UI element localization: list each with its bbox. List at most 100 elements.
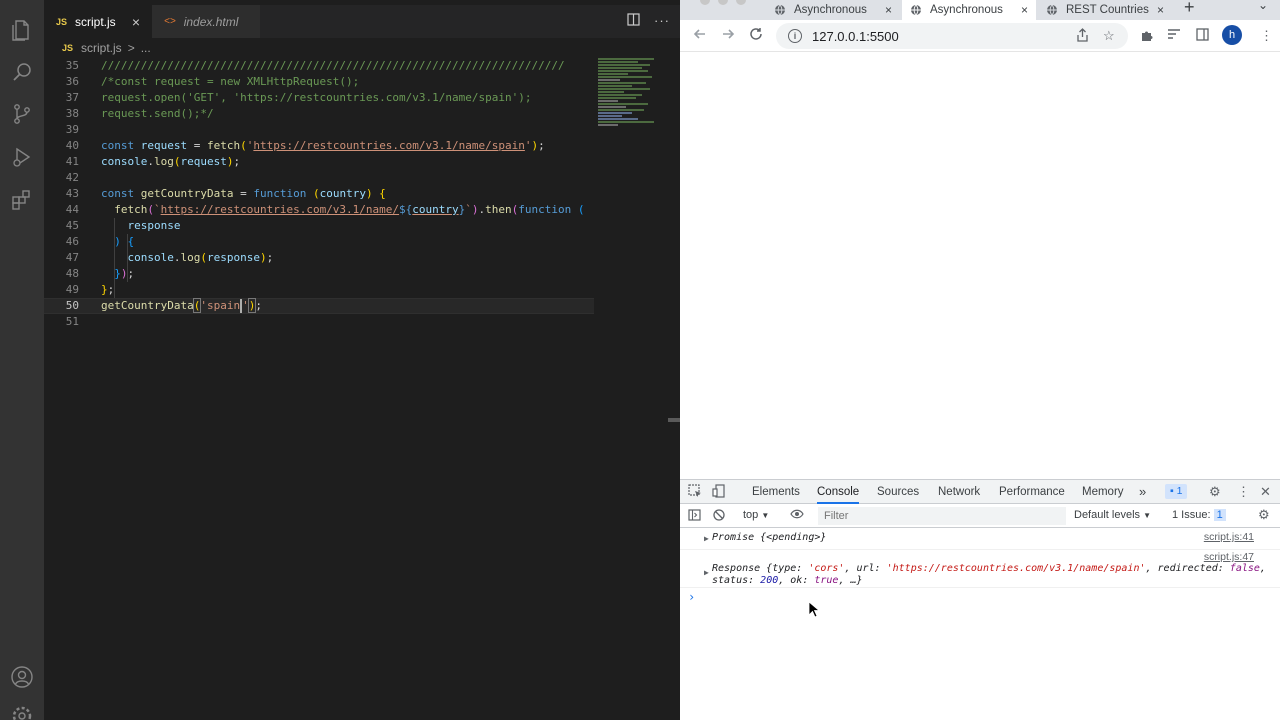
code-line: 44 fetch(`https://restcountries.com/v3.1… <box>65 203 585 216</box>
extensions-puzzle-icon[interactable] <box>1140 28 1154 45</box>
browser-tab-active[interactable]: Asynchronous × <box>902 0 1036 20</box>
context-selector[interactable]: top ▼ <box>743 509 769 521</box>
code-line: 40 const request = fetch('https://restcou… <box>65 139 545 152</box>
extensions-icon[interactable] <box>10 188 34 212</box>
device-toolbar-icon[interactable] <box>712 484 726 501</box>
breadcrumb-rest[interactable]: ... <box>141 41 151 55</box>
code-line-active: 50 getCountryData('spain '); <box>44 298 594 314</box>
breadcrumb: JS script.js > ... <box>44 38 680 58</box>
editor-tab-bar: JS script.js × <> index.html ··· <box>44 5 680 38</box>
url-text: 127.0.0.1:5500 <box>812 28 899 44</box>
browser-toolbar: i 127.0.0.1:5500 ☆ h ⋮ <box>680 20 1280 52</box>
console-filter-input[interactable] <box>818 507 1066 525</box>
side-panel-icon[interactable] <box>1196 28 1209 44</box>
globe-icon <box>911 4 921 16</box>
devtools-menu-icon[interactable]: ⋮ <box>1237 484 1250 500</box>
browser-tab[interactable]: REST Countries × <box>1038 0 1172 20</box>
expand-arrow-icon[interactable]: ▶ <box>704 567 709 579</box>
window-zoom-button[interactable] <box>736 0 746 5</box>
devtools-tab-network[interactable]: Network <box>938 480 980 504</box>
js-file-icon: JS <box>56 16 68 27</box>
back-icon[interactable] <box>692 26 708 47</box>
source-control-icon[interactable] <box>10 102 34 126</box>
window-minimize-button[interactable] <box>718 0 728 5</box>
console-prompt-row[interactable]: › <box>680 588 1280 608</box>
close-icon[interactable]: × <box>1021 3 1028 17</box>
tab-label: index.html <box>183 14 239 29</box>
message-icon: ▪ <box>1170 485 1177 497</box>
dropdown-arrow-icon: ▼ <box>761 511 770 520</box>
console-message[interactable]: script.js:47 ▶ Response {type: 'cors', u… <box>680 550 1280 588</box>
issues-badge[interactable]: ▪ 1 <box>1165 484 1188 499</box>
tab-index-html[interactable]: <> index.html <box>152 5 260 38</box>
code-line: 39 <box>65 123 79 136</box>
breadcrumb-file[interactable]: script.js <box>81 41 122 55</box>
source-link[interactable]: script.js:47 <box>1204 551 1254 563</box>
devtools-settings-icon[interactable]: ⚙ <box>1209 484 1221 500</box>
tab-title: Asynchronous <box>930 4 1003 16</box>
console-toolbar: top ▼ Default levels ▼ 1 Issue: 1 ⚙ <box>680 504 1280 528</box>
scrollbar-thumb[interactable] <box>668 418 680 422</box>
chrome-menu-icon[interactable]: ⋮ <box>1260 28 1273 44</box>
minimap[interactable] <box>598 58 658 148</box>
tab-script-js[interactable]: JS script.js × <box>44 5 152 38</box>
settings-icon[interactable] <box>10 704 34 720</box>
code-line: 46 ) { <box>65 235 135 248</box>
inspect-element-icon[interactable] <box>688 484 702 501</box>
browser-window: Asynchronous × Asynchronous × REST Count… <box>680 0 1280 720</box>
console-message[interactable]: script.js:41 ▶ Promise {<pending>} <box>680 528 1280 550</box>
forward-icon[interactable] <box>720 26 736 47</box>
tab-label: script.js <box>75 14 116 29</box>
code-line: 41 console.log(request); <box>65 155 241 168</box>
sidebar-toggle-icon[interactable] <box>688 509 701 524</box>
globe-icon <box>1047 4 1057 16</box>
window-close-button[interactable] <box>700 0 710 5</box>
close-icon[interactable]: × <box>885 3 892 17</box>
profile-avatar[interactable]: h <box>1222 25 1242 45</box>
site-info-icon[interactable]: i <box>788 29 802 43</box>
console-output: script.js:41 ▶ Promise {<pending>} scrip… <box>680 528 1280 608</box>
bookmark-star-icon[interactable]: ☆ <box>1103 28 1115 44</box>
split-editor-icon[interactable] <box>627 13 640 29</box>
clear-console-icon[interactable] <box>713 509 725 524</box>
live-expression-eye-icon[interactable] <box>790 509 804 522</box>
files-icon[interactable] <box>10 18 34 42</box>
expand-arrow-icon[interactable]: ▶ <box>704 534 709 543</box>
mouse-cursor-icon <box>808 601 820 618</box>
source-link[interactable]: script.js:41 <box>1204 531 1254 543</box>
tab-title: REST Countries <box>1066 4 1149 16</box>
globe-icon <box>775 4 785 16</box>
console-prompt: › <box>688 590 696 604</box>
close-icon[interactable]: × <box>1157 3 1164 17</box>
reading-list-icon[interactable] <box>1167 28 1181 43</box>
account-icon[interactable] <box>10 665 34 689</box>
run-debug-icon[interactable] <box>10 145 34 169</box>
code-line: 42 <box>65 171 79 184</box>
vscode-window: JS script.js × <> index.html ··· JS scri… <box>0 0 680 720</box>
search-icon[interactable] <box>10 60 34 84</box>
more-actions-icon[interactable]: ··· <box>654 13 670 29</box>
tab-title: Asynchronous <box>794 4 867 16</box>
code-line: 45 response <box>65 219 181 232</box>
browser-tab[interactable]: Asynchronous × <box>766 0 900 20</box>
js-file-icon: JS <box>62 43 74 53</box>
more-tabs-button[interactable]: » <box>1139 480 1146 504</box>
code-line: 36/*const request = new XMLHttpRequest()… <box>65 75 360 88</box>
close-devtools-icon[interactable]: ✕ <box>1260 484 1271 500</box>
console-settings-icon[interactable]: ⚙ <box>1258 507 1270 523</box>
devtools-tab-sources[interactable]: Sources <box>877 480 919 504</box>
devtools-tab-elements[interactable]: Elements <box>752 480 800 504</box>
new-tab-button[interactable]: + <box>1184 0 1195 18</box>
log-levels-dropdown[interactable]: Default levels ▼ <box>1074 509 1151 521</box>
reload-icon[interactable] <box>748 26 764 47</box>
close-icon[interactable]: × <box>132 14 140 30</box>
issues-counter[interactable]: 1 Issue: 1 <box>1172 509 1226 521</box>
devtools-tab-memory[interactable]: Memory <box>1082 480 1124 504</box>
code-line: 38 request.send();*/ <box>65 107 214 120</box>
share-icon[interactable] <box>1076 28 1089 45</box>
devtools-tab-console[interactable]: Console <box>817 480 860 504</box>
tab-search-icon[interactable]: ⌄ <box>1258 0 1268 12</box>
devtools-tab-performance[interactable]: Performance <box>999 480 1065 504</box>
code-editor[interactable]: 35//////////////////////////////////////… <box>44 58 594 330</box>
editor-actions: ··· <box>627 13 670 29</box>
